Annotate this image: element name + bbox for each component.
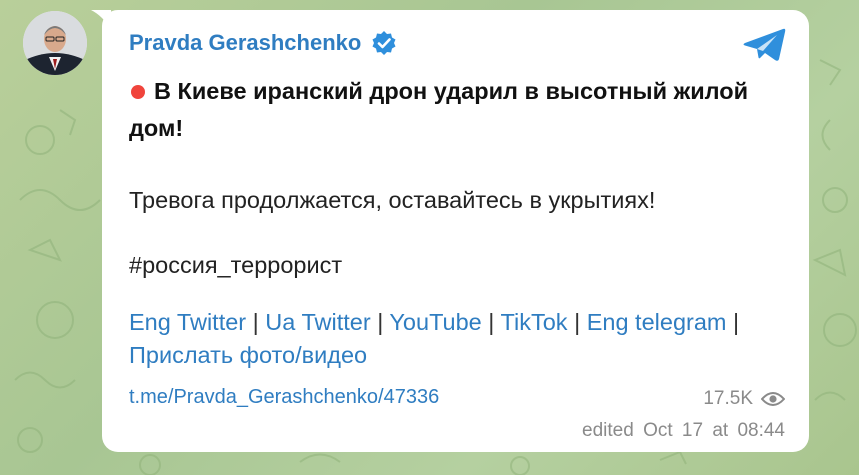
post-timestamp: Oct 17 at 08:44 (643, 420, 785, 441)
view-count-value: 17.5K (703, 388, 753, 409)
link-tiktok[interactable]: TikTok (501, 309, 568, 335)
post-headline: В Киеве иранский дрон ударил в высотный … (129, 73, 769, 147)
message-bubble: Pravda Gerashchenko В Киеве иранский дро… (102, 10, 809, 452)
view-count: 17.5K (703, 388, 785, 410)
post-hashtag[interactable]: #россия_террорист (129, 252, 342, 279)
edited-label: edited (582, 420, 634, 441)
post-links: Eng Twitter | Ua Twitter | YouTube | Tik… (129, 306, 789, 372)
channel-avatar[interactable] (23, 11, 87, 75)
link-separator: | (733, 309, 740, 335)
link-separator: | (488, 309, 495, 335)
link-separator: | (574, 309, 581, 335)
edited-timestamp: edited Oct 17 at 08:44 (582, 420, 785, 442)
link-youtube[interactable]: YouTube (389, 309, 481, 335)
message-header: Pravda Gerashchenko (129, 30, 397, 56)
link-separator: | (377, 309, 384, 335)
link-separator: | (252, 309, 259, 335)
headline-text: В Киеве иранский дрон ударил в высотный … (129, 78, 749, 141)
link-ua-twitter[interactable]: Ua Twitter (265, 309, 370, 335)
red-circle-icon (131, 84, 145, 99)
post-permalink[interactable]: t.me/Pravda_Gerashchenko/47336 (129, 386, 439, 409)
link-eng-twitter[interactable]: Eng Twitter (129, 309, 246, 335)
verified-badge-icon (372, 31, 396, 55)
eye-icon (761, 392, 785, 406)
post-alert-text: Тревога продолжается, оставайтесь в укры… (129, 187, 656, 213)
telegram-logo-icon[interactable] (743, 27, 787, 63)
link-send-photo-video[interactable]: Прислать фото/видео (129, 342, 367, 368)
channel-name[interactable]: Pravda Gerashchenko (129, 30, 361, 56)
link-eng-telegram[interactable]: Eng telegram (587, 309, 727, 335)
